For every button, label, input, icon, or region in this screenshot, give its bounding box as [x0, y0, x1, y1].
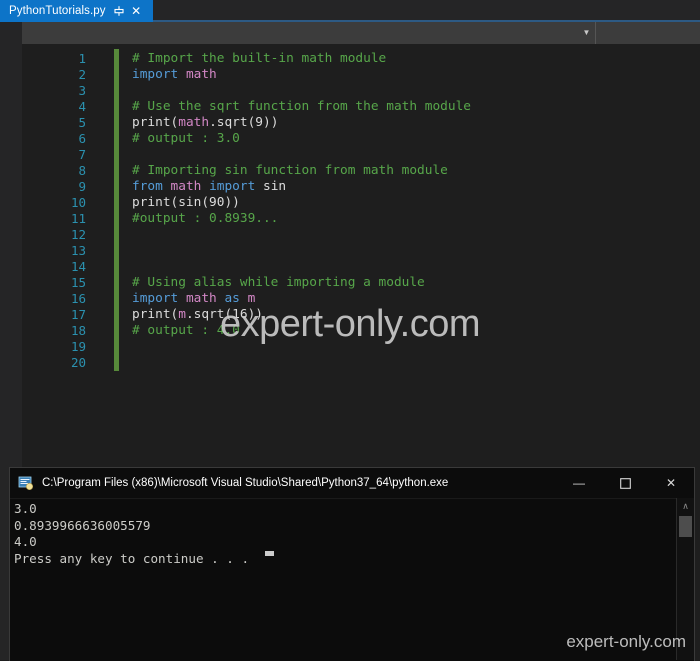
line-number: 6	[78, 131, 86, 146]
code-token: math	[178, 115, 210, 130]
line-number: 4	[78, 99, 86, 114]
console-title-text: C:\Program Files (x86)\Microsoft Visual …	[42, 477, 449, 489]
code-token: # Importing sin function from math modul…	[132, 163, 448, 178]
line-number: 15	[70, 275, 86, 290]
code-line: # Using alias while importing a module	[132, 275, 425, 291]
tab-pythontutorials[interactable]: PythonTutorials.py ✕	[0, 0, 153, 22]
line-number: 12	[70, 227, 86, 242]
code-token: math	[185, 291, 225, 306]
line-number: 16	[70, 291, 86, 306]
code-line: # Import the built-in math module	[132, 51, 386, 67]
code-token: import	[132, 291, 186, 306]
line-number: 18	[70, 323, 86, 338]
line-number: 11	[70, 211, 86, 226]
line-number: 13	[70, 243, 86, 258]
code-line: import math	[132, 67, 217, 83]
tab-label: PythonTutorials.py	[9, 5, 106, 17]
change-indicator-bar	[114, 49, 119, 371]
close-button[interactable]: ✕	[648, 468, 694, 498]
chevron-down-icon[interactable]: ▼	[582, 29, 591, 37]
close-icon[interactable]: ✕	[130, 5, 143, 18]
code-line: print(math.sqrt(9))	[132, 115, 278, 131]
line-number: 2	[78, 67, 86, 82]
minimize-button[interactable]: —	[556, 468, 602, 498]
code-line: from math import sin	[132, 179, 286, 195]
code-line: # Importing sin function from math modul…	[132, 163, 448, 179]
code-line: print(sin(90))	[132, 195, 240, 211]
code-token: math	[185, 67, 217, 82]
line-number: 10	[70, 195, 86, 210]
console-output-area[interactable]: 3.0 0.8939966636005579 4.0 Press any key…	[10, 498, 694, 661]
code-token: # output : 4.0	[132, 323, 240, 338]
code-token: m	[178, 307, 186, 322]
navbar-divider	[595, 22, 596, 44]
code-line: # Use the sqrt function from the math mo…	[132, 99, 471, 115]
line-number: 19	[70, 339, 86, 354]
code-token: as	[224, 291, 248, 306]
code-token: print(	[132, 115, 179, 130]
scroll-up-arrow-icon[interactable]: ∧	[677, 498, 694, 515]
line-number: 20	[70, 355, 86, 370]
line-number: 3	[78, 83, 86, 98]
code-token: import	[132, 67, 186, 82]
console-app-icon	[18, 475, 34, 491]
code-token: # Use the sqrt function from the math mo…	[132, 99, 471, 114]
code-line: # output : 3.0	[132, 131, 240, 147]
line-number: 5	[78, 115, 86, 130]
console-scrollbar[interactable]: ∧	[676, 498, 694, 660]
code-line: import math as m	[132, 291, 255, 307]
code-token: ))	[263, 115, 279, 130]
line-number: 17	[70, 307, 86, 322]
code-line: # output : 4.0	[132, 323, 240, 339]
code-token: .sqrt(16))	[185, 307, 263, 322]
maximize-button[interactable]	[602, 468, 648, 498]
code-token: .sqrt(	[209, 115, 256, 130]
console-text-cursor	[265, 551, 274, 556]
code-token: sin	[263, 179, 287, 194]
code-token: from	[132, 179, 171, 194]
code-token: #output : 0.8939...	[132, 211, 279, 226]
code-token: # Using alias while importing a module	[132, 275, 425, 290]
editor-navigation-bar: ▼	[22, 22, 700, 45]
code-token: print(sin(90))	[132, 195, 240, 210]
code-token: print(	[132, 307, 179, 322]
code-line: print(m.sqrt(16))	[132, 307, 263, 323]
code-token: import	[209, 179, 263, 194]
scrollbar-thumb[interactable]	[679, 516, 692, 537]
code-token: # output : 3.0	[132, 131, 240, 146]
code-line: #output : 0.8939...	[132, 211, 278, 227]
code-token: math	[170, 179, 210, 194]
code-token: m	[247, 291, 256, 306]
line-number: 9	[78, 179, 86, 194]
line-number: 1	[78, 51, 86, 66]
python-console-window: C:\Program Files (x86)\Microsoft Visual …	[10, 468, 694, 661]
line-number: 7	[78, 147, 86, 162]
editor-tab-strip: PythonTutorials.py ✕	[0, 0, 700, 22]
line-number: 8	[78, 163, 86, 178]
pin-icon[interactable]	[113, 5, 125, 17]
line-number: 14	[70, 259, 86, 274]
code-token: # Import the built-in math module	[132, 51, 387, 66]
console-title-bar[interactable]: C:\Program Files (x86)\Microsoft Visual …	[10, 468, 694, 498]
code-token: 9	[255, 115, 264, 130]
console-output-text: 3.0 0.8939966636005579 4.0 Press any key…	[14, 501, 250, 566]
